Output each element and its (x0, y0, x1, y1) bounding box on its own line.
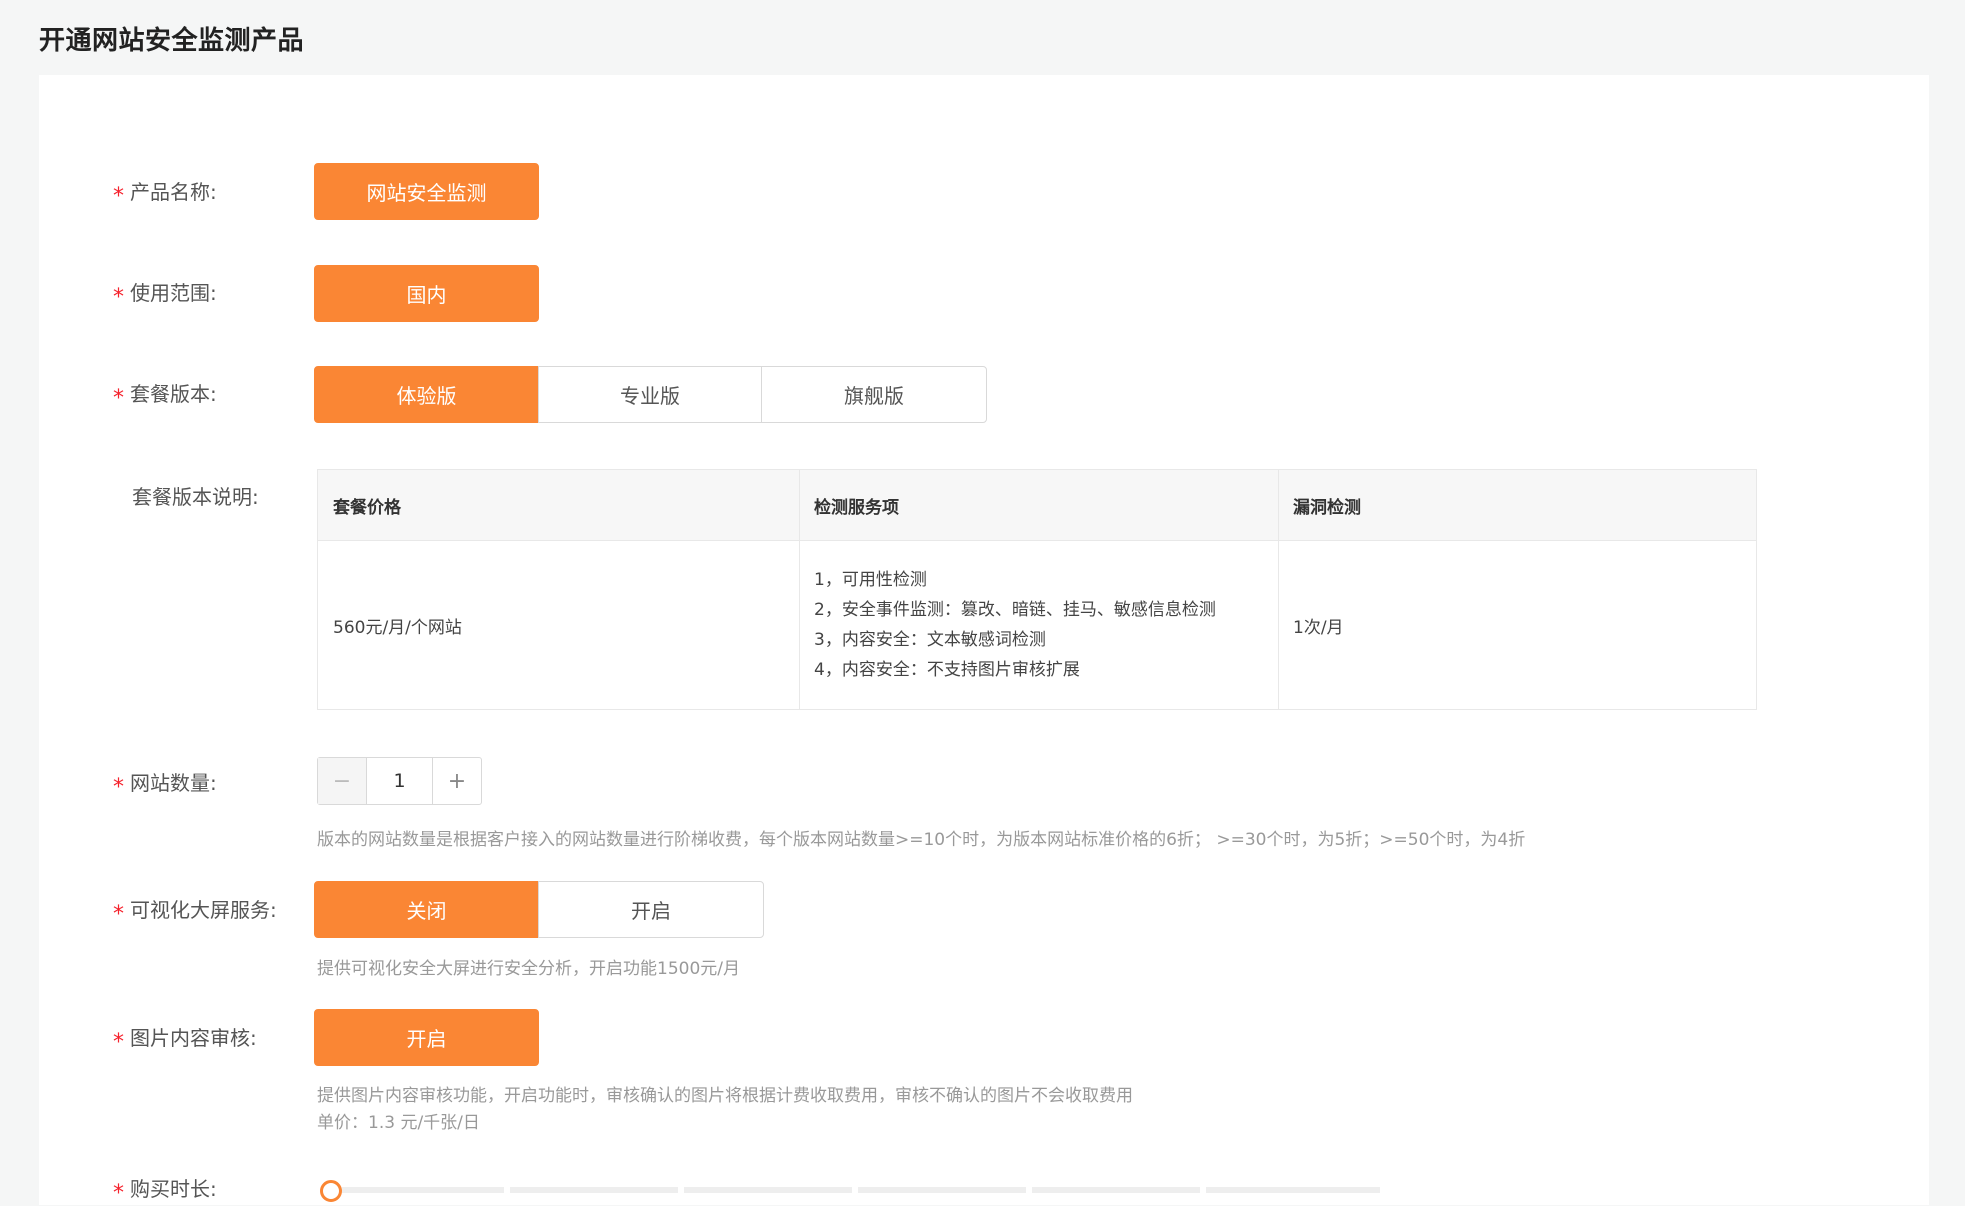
increment-button[interactable]: + (432, 758, 481, 804)
th-price: 套餐价格 (333, 497, 401, 518)
image-audit-button[interactable]: 开启 (314, 1009, 539, 1066)
plan-desc-table: 套餐价格 检测服务项 漏洞检测 560元/月/个网站 1，可用性检测 2，安全事… (317, 469, 1757, 710)
service-item: 1，可用性检测 (814, 570, 927, 590)
plan-option-flagship[interactable]: 旗舰版 (761, 366, 987, 423)
big-screen-on-button[interactable]: 开启 (538, 881, 764, 938)
duration-label: * 购买时长: (113, 1177, 217, 1206)
scope-label: * 使用范围: (113, 281, 217, 310)
th-vuln: 漏洞检测 (1293, 497, 1361, 518)
duration-slider-segment[interactable] (1032, 1187, 1200, 1193)
decrement-button[interactable]: − (318, 758, 367, 804)
required-mark: * (113, 775, 124, 800)
image-audit-hint: 提供图片内容审核功能，开启功能时，审核确认的图片将根据计费收取费用，审核不确认的… (317, 1086, 1133, 1106)
duration-slider-segment[interactable] (510, 1187, 678, 1193)
required-mark: * (113, 1181, 124, 1206)
cell-price: 560元/月/个网站 (333, 617, 462, 638)
site-count-hint: 版本的网站数量是根据客户接入的网站数量进行阶梯收费，每个版本网站数量>=10个时… (317, 830, 1526, 850)
product-name-button[interactable]: 网站安全监测 (314, 163, 539, 220)
big-screen-off-button[interactable]: 关闭 (314, 881, 539, 938)
image-audit-label: * 图片内容审核: (113, 1026, 257, 1055)
required-mark: * (113, 184, 124, 209)
duration-slider-segment[interactable] (1206, 1187, 1380, 1193)
product-name-label: * 产品名称: (113, 180, 217, 209)
required-mark: * (113, 285, 124, 310)
plan-option-trial[interactable]: 体验版 (314, 366, 539, 423)
service-item: 3，内容安全：文本敏感词检测 (814, 630, 1046, 650)
big-screen-hint: 提供可视化安全大屏进行安全分析，开启功能1500元/月 (317, 959, 740, 979)
duration-slider-segment[interactable] (858, 1187, 1026, 1193)
service-item: 2，安全事件监测：篡改、暗链、挂马、敏感信息检测 (814, 600, 1216, 620)
cell-services: 1，可用性检测 2，安全事件监测：篡改、暗链、挂马、敏感信息检测 3，内容安全：… (799, 541, 1278, 709)
big-screen-label: * 可视化大屏服务: (113, 898, 277, 927)
required-mark: * (113, 1030, 124, 1055)
service-item: 4，内容安全：不支持图片审核扩展 (814, 660, 1080, 680)
image-audit-price: 单价：1.3 元/千张/日 (317, 1113, 480, 1133)
th-services: 检测服务项 (814, 497, 899, 518)
site-count-stepper: − 1 + (317, 757, 482, 805)
cell-vuln: 1次/月 (1293, 617, 1344, 638)
plan-label: * 套餐版本: (113, 382, 217, 411)
required-mark: * (113, 902, 124, 927)
plan-option-pro[interactable]: 专业版 (538, 366, 762, 423)
plan-desc-label: 套餐版本说明: (132, 485, 259, 509)
page-title: 开通网站安全监测产品 (39, 26, 305, 56)
required-mark: * (113, 386, 124, 411)
duration-slider-segment[interactable] (684, 1187, 852, 1193)
site-count-input[interactable]: 1 (367, 758, 432, 804)
site-count-label: * 网站数量: (113, 771, 217, 800)
duration-slider-segment[interactable] (342, 1187, 504, 1193)
duration-slider-handle[interactable] (320, 1180, 342, 1202)
scope-button[interactable]: 国内 (314, 265, 539, 322)
